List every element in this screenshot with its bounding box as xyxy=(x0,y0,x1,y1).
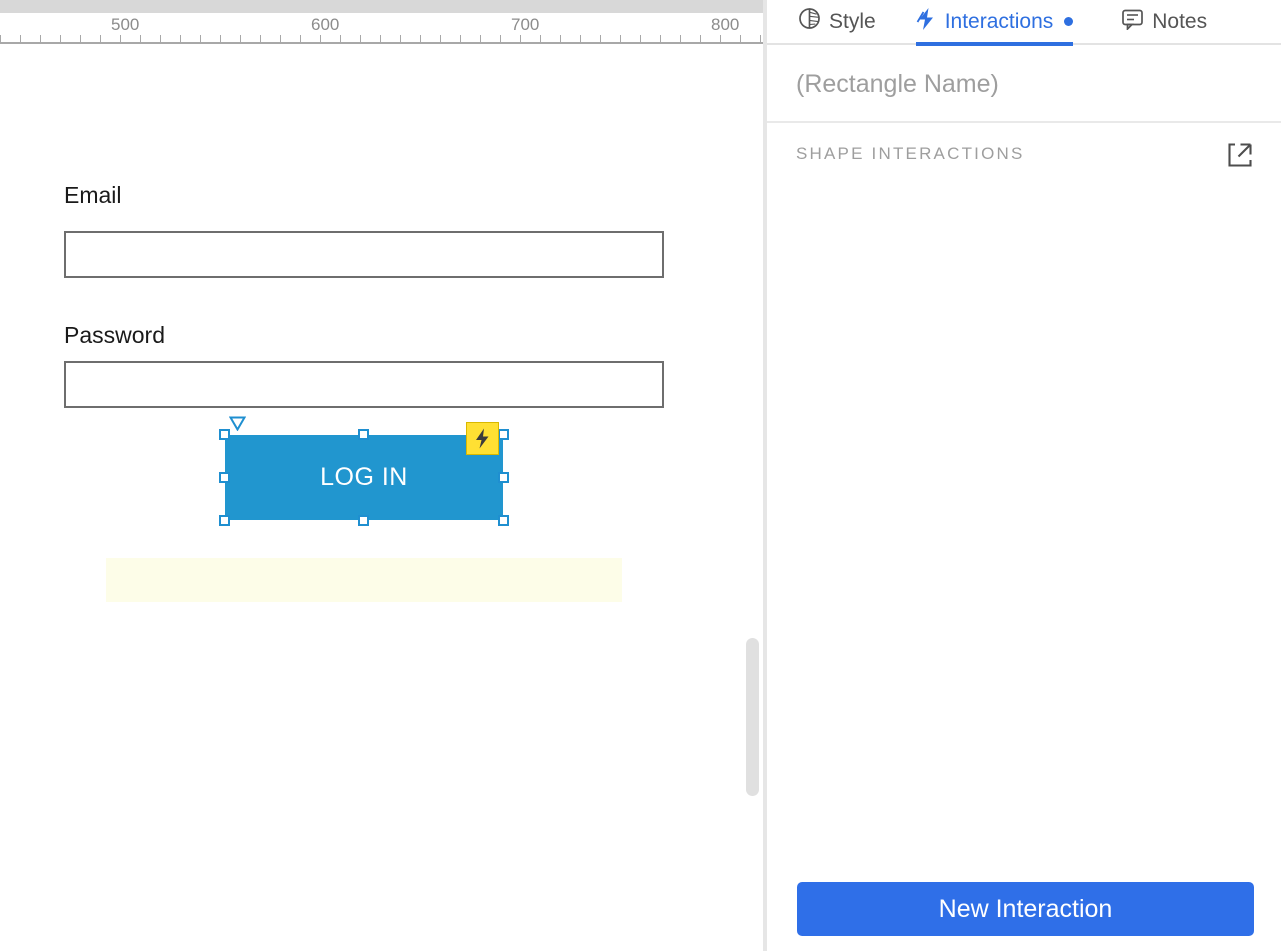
password-label: Password xyxy=(64,322,165,349)
canvas-surface[interactable]: Email Password LOG IN xyxy=(0,45,765,951)
shape-interaction-badge[interactable] xyxy=(466,422,499,455)
ruler-minor-tick xyxy=(140,35,141,42)
ruler-minor-tick xyxy=(180,35,181,42)
email-label: Email xyxy=(64,182,122,209)
new-interaction-button[interactable]: New Interaction xyxy=(797,882,1254,936)
ruler-minor-tick xyxy=(160,35,161,42)
ruler-minor-tick xyxy=(580,35,581,42)
style-circle-icon xyxy=(798,7,821,36)
ruler-label: 600 xyxy=(311,15,339,35)
ruler-minor-tick xyxy=(740,35,741,42)
ruler-minor-tick xyxy=(720,35,721,42)
rotation-handle-icon[interactable] xyxy=(229,416,246,436)
tab-style-label: Style xyxy=(829,10,876,34)
ruler-minor-tick xyxy=(620,35,621,42)
widget-name-placeholder: (Rectangle Name) xyxy=(796,70,999,99)
inspector-tabbar: Style Interactions xyxy=(765,0,1281,45)
tab-interactions-dot xyxy=(1064,17,1073,26)
ruler-minor-tick xyxy=(420,35,421,42)
tab-style[interactable]: Style xyxy=(798,0,876,44)
selection-handle-bottom-left[interactable] xyxy=(219,515,230,526)
ruler-minor-tick xyxy=(200,35,201,42)
ruler-minor-tick xyxy=(240,35,241,42)
ruler-label: 500 xyxy=(111,15,139,35)
ruler-minor-tick xyxy=(320,35,321,42)
ruler-minor-tick xyxy=(20,35,21,42)
lightning-bolt-icon xyxy=(474,428,491,449)
notes-bubble-icon xyxy=(1121,8,1144,36)
inspector-panel: Style Interactions xyxy=(765,0,1281,951)
tab-notes-label: Notes xyxy=(1152,10,1207,34)
ruler-minor-tick xyxy=(100,35,101,42)
ruler-minor-tick xyxy=(40,35,41,42)
ruler-minor-tick xyxy=(460,35,461,42)
canvas-scrollbar-thumb[interactable] xyxy=(746,638,759,796)
ruler-minor-tick xyxy=(700,35,701,42)
ruler-minor-tick xyxy=(640,35,641,42)
design-canvas[interactable]: 500 600 700 800 Email Password LOG IN xyxy=(0,0,765,951)
lightning-bolt-icon xyxy=(916,7,937,37)
ruler-minor-tick xyxy=(80,35,81,42)
ruler-top-strip xyxy=(0,0,765,13)
ruler-minor-tick xyxy=(280,35,281,42)
panel-left-border xyxy=(765,0,767,951)
selection-handle-bottom-center[interactable] xyxy=(358,515,369,526)
ruler-minor-tick xyxy=(360,35,361,42)
horizontal-ruler[interactable]: 500 600 700 800 xyxy=(0,13,765,44)
ruler-minor-tick xyxy=(500,35,501,42)
ruler-minor-tick xyxy=(680,35,681,42)
ruler-minor-tick xyxy=(220,35,221,42)
email-input[interactable] xyxy=(64,231,664,278)
ruler-minor-tick xyxy=(760,35,761,42)
tab-active-underline xyxy=(916,42,1074,46)
selection-handle-top-center[interactable] xyxy=(358,429,369,440)
ruler-minor-tick xyxy=(400,35,401,42)
tab-interactions[interactable]: Interactions xyxy=(916,0,1074,44)
ruler-minor-tick xyxy=(120,35,121,42)
ruler-minor-tick xyxy=(600,35,601,42)
error-message-box[interactable] xyxy=(106,558,622,602)
login-button-label: LOG IN xyxy=(320,463,408,492)
selection-handle-top-right[interactable] xyxy=(498,429,509,440)
password-input[interactable] xyxy=(64,361,664,408)
ruler-label: 800 xyxy=(711,15,739,35)
ruler-minor-tick xyxy=(520,35,521,42)
tab-interactions-label: Interactions xyxy=(945,10,1054,34)
selection-handle-middle-left[interactable] xyxy=(219,472,230,483)
login-button[interactable]: LOG IN xyxy=(225,435,503,520)
external-link-icon[interactable] xyxy=(1226,141,1254,174)
ruler-minor-tick xyxy=(300,35,301,42)
selection-handle-middle-right[interactable] xyxy=(498,472,509,483)
ruler-minor-tick xyxy=(260,35,261,42)
section-title: SHAPE INTERACTIONS xyxy=(796,144,1025,164)
ruler-minor-tick xyxy=(340,35,341,42)
widget-name-field[interactable]: (Rectangle Name) xyxy=(765,47,1281,123)
ruler-minor-tick xyxy=(380,35,381,42)
ruler-label: 700 xyxy=(511,15,539,35)
ruler-minor-tick xyxy=(540,35,541,42)
shape-interactions-header: SHAPE INTERACTIONS xyxy=(765,125,1281,183)
ruler-minor-tick xyxy=(480,35,481,42)
tab-notes[interactable]: Notes xyxy=(1121,0,1207,44)
ruler-minor-tick xyxy=(60,35,61,42)
ruler-minor-tick xyxy=(660,35,661,42)
ruler-minor-tick xyxy=(440,35,441,42)
ruler-minor-tick xyxy=(560,35,561,42)
interaction-tree: CLICK OR TAP Successful Login If text on… xyxy=(765,183,1281,863)
selection-handle-bottom-right[interactable] xyxy=(498,515,509,526)
ruler-minor-tick xyxy=(0,35,1,42)
